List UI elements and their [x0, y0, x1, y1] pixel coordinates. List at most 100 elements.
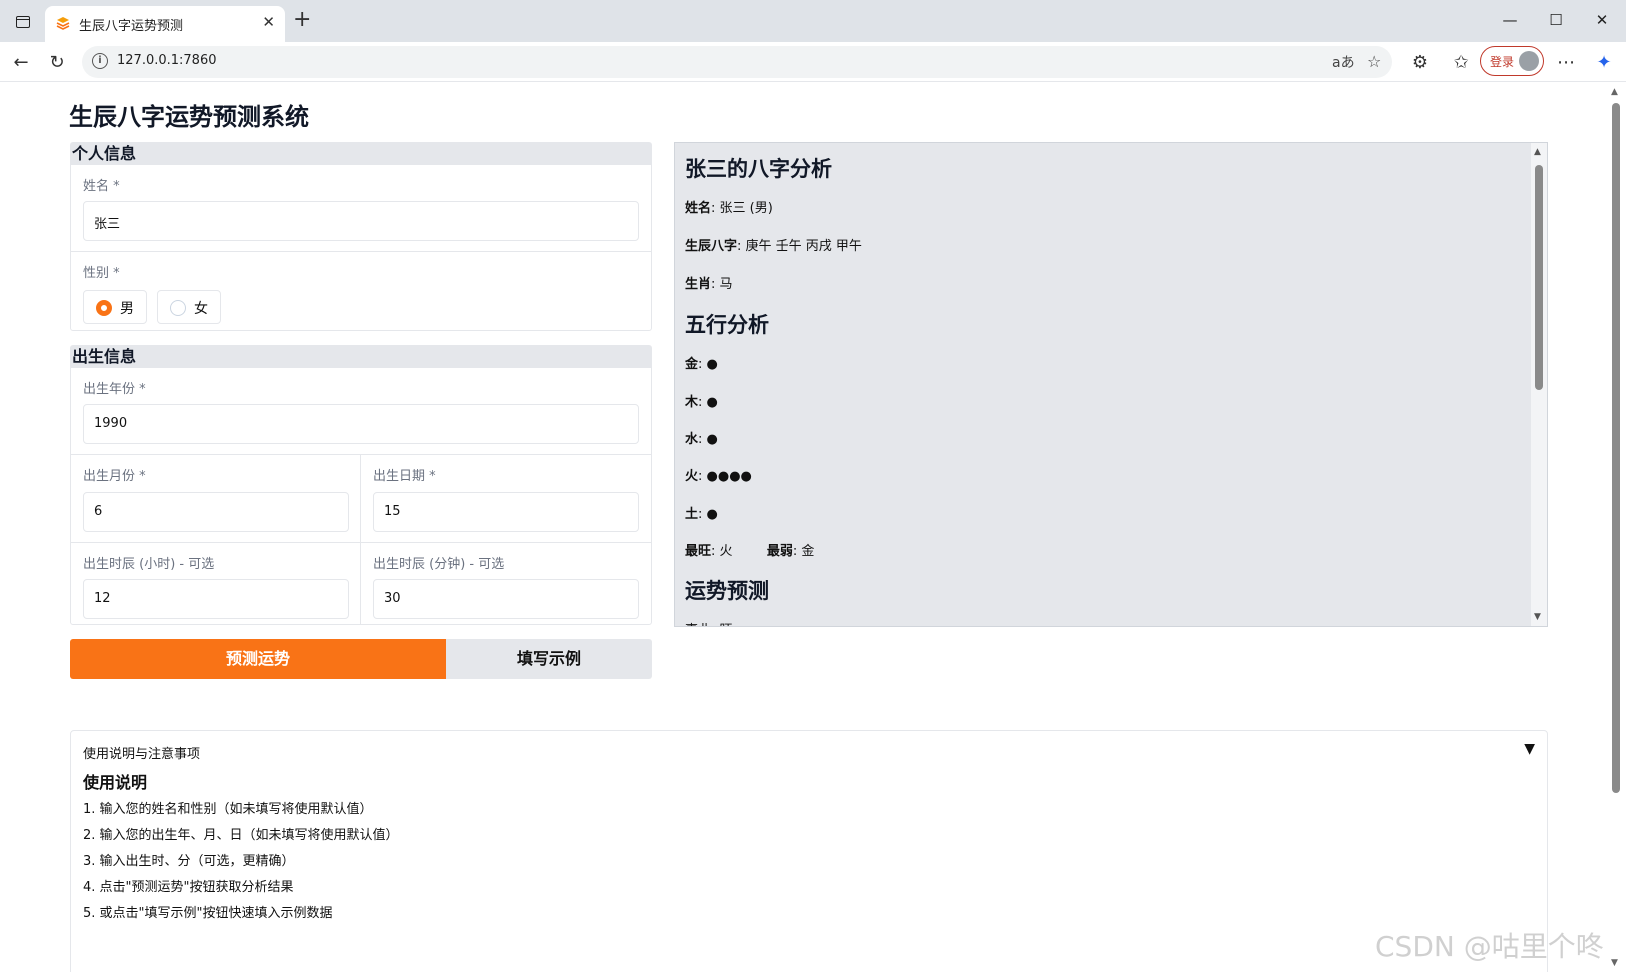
extensions-icon[interactable]: ⚙: [1406, 48, 1434, 76]
gender-label: 性别 *: [83, 266, 120, 281]
browser-tabstrip: 生辰八字运势预测 ✕ + — ☐ ✕: [0, 0, 1626, 42]
personal-info-group: 个人信息 姓名 * 张三 性别 * 男 女: [70, 142, 652, 331]
strength-line: 最旺: 火 最弱: 金: [685, 540, 814, 559]
gender-radio-female[interactable]: 女: [157, 290, 221, 324]
day-label: 出生日期 *: [373, 469, 436, 484]
day-cell: 出生日期 * 15: [361, 455, 651, 543]
wuxing-row: 土: ●: [685, 503, 718, 522]
wuxing-heading: 五行分析: [685, 313, 769, 337]
instruction-item: 2. 输入您的出生年、月、日（如未填写将使用默认值）: [83, 828, 399, 843]
reload-icon[interactable]: ↻: [43, 48, 71, 76]
result-name-value: : 张三 (男): [711, 201, 773, 216]
gender-male-label: 男: [120, 301, 134, 317]
personal-info-heading: 个人信息: [71, 143, 651, 165]
strongest-value: : 火: [711, 544, 733, 559]
result-name-key: 姓名: [685, 201, 712, 216]
page-title: 生辰八字运势预测系统: [69, 103, 309, 131]
more-menu-icon[interactable]: ⋯: [1552, 48, 1580, 76]
result-zodiac-line: 生肖: 马: [685, 273, 733, 292]
minute-field[interactable]: 30: [373, 579, 639, 619]
browser-tab[interactable]: 生辰八字运势预测 ✕: [45, 6, 285, 42]
copilot-icon[interactable]: ✦: [1590, 48, 1618, 76]
wuxing-row: 水: ●: [685, 428, 718, 447]
wuxing-key: 土: [685, 507, 699, 522]
birth-info-group: 出生信息 出生年份 * 1990 出生月份 * 6 出生日期 * 15 出生时辰…: [70, 345, 652, 625]
gender-female-label: 女: [194, 301, 208, 317]
month-field[interactable]: 6: [83, 492, 349, 532]
tab-title: 生辰八字运势预测: [79, 19, 184, 34]
hour-field[interactable]: 12: [83, 579, 349, 619]
fortune-heading: 运势预测: [685, 579, 769, 603]
watermark: CSDN @咕里个咚: [1375, 930, 1604, 963]
scroll-down-icon[interactable]: ▼: [1534, 612, 1541, 622]
page-scroll-up-icon[interactable]: ▲: [1611, 87, 1618, 97]
month-cell: 出生月份 * 6: [71, 455, 361, 543]
minute-cell: 出生时辰 (分钟) - 可选 30: [361, 543, 651, 625]
gender-radio-male[interactable]: 男: [83, 290, 147, 324]
year-field[interactable]: 1990: [83, 404, 639, 444]
year-cell: 出生年份 * 1990: [71, 368, 651, 455]
caret-down-icon[interactable]: ▼: [1524, 741, 1535, 757]
year-label: 出生年份 *: [83, 382, 146, 397]
month-label: 出生月份 *: [83, 469, 146, 484]
result-scrollbar[interactable]: ▲ ▼: [1531, 143, 1547, 626]
fortune-cut-line: 事业: 旺: [685, 619, 733, 626]
wuxing-value: : ●: [698, 395, 718, 410]
birth-info-heading: 出生信息: [71, 346, 651, 368]
wuxing-row: 金: ●: [685, 353, 718, 372]
weakest-value: : 金: [792, 544, 815, 559]
strongest-key: 最旺: [685, 544, 712, 559]
wuxing-value: : ●: [698, 357, 718, 372]
result-scroll-thumb[interactable]: [1535, 165, 1543, 390]
wuxing-key: 火: [685, 469, 699, 484]
predict-button[interactable]: 预测运势: [70, 639, 446, 679]
close-tab-icon[interactable]: ✕: [262, 13, 275, 31]
radio-unchecked-icon: [170, 300, 186, 316]
minute-label: 出生时辰 (分钟) - 可选: [373, 557, 505, 572]
name-cell: 姓名 * 张三: [71, 165, 651, 252]
back-icon[interactable]: ←: [7, 48, 35, 76]
wuxing-value: : ●: [698, 507, 718, 522]
name-field[interactable]: 张三: [83, 201, 639, 241]
scroll-up-icon[interactable]: ▲: [1534, 147, 1541, 157]
page-content: 生辰八字运势预测系统 个人信息 姓名 * 张三 性别 * 男 女 出生信息 出生…: [6, 83, 1604, 972]
browser-toolbar: ← ↻ i 127.0.0.1:7860 aあ ☆ ⚙ ✩ 登录 ⋯ ✦: [0, 42, 1626, 82]
read-aloud-icon[interactable]: aあ: [1332, 52, 1355, 72]
fill-example-button[interactable]: 填写示例: [446, 639, 652, 679]
url-text[interactable]: 127.0.0.1:7860: [117, 53, 217, 68]
wuxing-row: 木: ●: [685, 391, 718, 410]
weakest-key: 最弱: [766, 544, 793, 559]
favorites-icon[interactable]: ✩: [1447, 48, 1475, 76]
day-field[interactable]: 15: [373, 492, 639, 532]
address-bar[interactable]: i 127.0.0.1:7860 aあ ☆: [82, 46, 1392, 78]
login-label: 登录: [1490, 55, 1515, 69]
result-zodiac-key: 生肖: [685, 277, 712, 292]
instructions-accordion: 使用说明与注意事项 ▼ 使用说明 1. 输入您的姓名和性别（如未填写将使用默认值…: [70, 730, 1548, 972]
result-name-line: 姓名: 张三 (男): [685, 197, 773, 216]
instruction-item: 5. 或点击"填写示例"按钮快速填入示例数据: [83, 906, 333, 921]
tab-actions-icon[interactable]: [10, 9, 36, 35]
page-scroll-thumb[interactable]: [1612, 103, 1620, 793]
wuxing-value: : ●: [698, 432, 718, 447]
minimize-icon[interactable]: —: [1490, 6, 1530, 34]
wuxing-key: 水: [685, 432, 699, 447]
gender-cell: 性别 * 男 女: [71, 252, 651, 331]
instruction-item: 3. 输入出生时、分（可选，更精确）: [83, 854, 295, 869]
new-tab-icon[interactable]: +: [293, 7, 311, 32]
wuxing-value: : ●●●●: [698, 469, 752, 484]
login-button[interactable]: 登录: [1480, 46, 1544, 76]
maximize-icon[interactable]: ☐: [1536, 6, 1576, 34]
page-scrollbar[interactable]: ▲ ▼: [1606, 83, 1626, 972]
accordion-title[interactable]: 使用说明与注意事项: [83, 743, 200, 762]
favorite-star-icon[interactable]: ☆: [1367, 52, 1381, 71]
hour-label: 出生时辰 (小时) - 可选: [83, 557, 215, 572]
result-title: 张三的八字分析: [685, 157, 832, 181]
result-bazi-line: 生辰八字: 庚午 壬午 丙戌 甲午: [685, 235, 862, 254]
page-scroll-down-icon[interactable]: ▼: [1611, 958, 1618, 968]
site-info-icon[interactable]: i: [92, 53, 108, 69]
avatar: [1519, 51, 1539, 71]
close-window-icon[interactable]: ✕: [1582, 6, 1622, 34]
analysis-result-panel[interactable]: 张三的八字分析 姓名: 张三 (男) 生辰八字: 庚午 壬午 丙戌 甲午 生肖:…: [674, 142, 1548, 627]
wuxing-key: 木: [685, 395, 699, 410]
instructions-heading: 使用说明: [83, 773, 148, 792]
